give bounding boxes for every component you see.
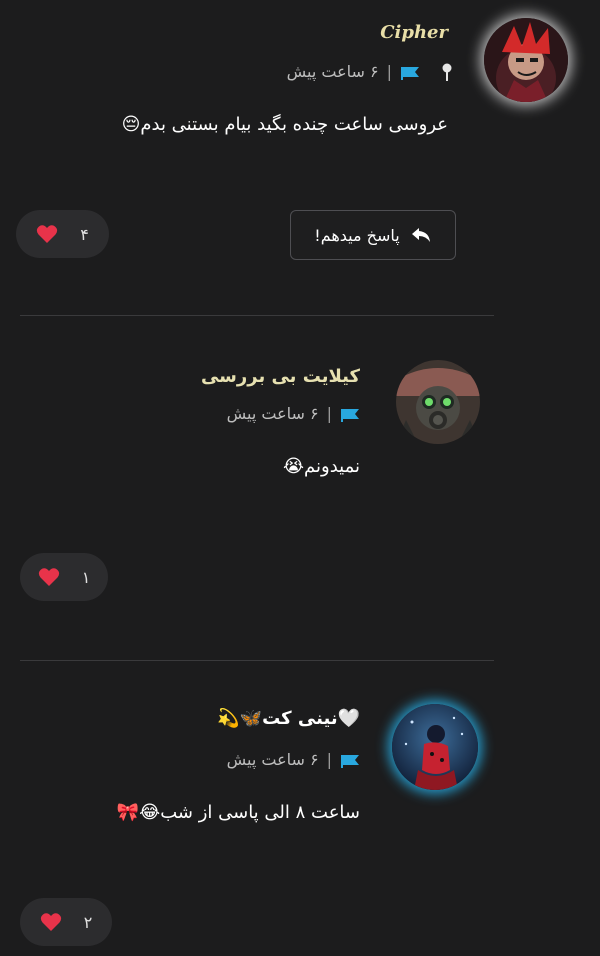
username[interactable]: 🤍نینی کت🦋💫	[217, 708, 360, 729]
meta-separator: |	[326, 750, 332, 769]
user-avatar[interactable]	[392, 704, 478, 790]
comment-meta: ۶ ساعت پیش |	[227, 750, 360, 769]
like-count: ۱	[81, 567, 91, 587]
time-label: ۶ ساعت پیش	[226, 750, 319, 769]
comment-meta: ۶ ساعت پیش |	[227, 404, 360, 423]
user-avatar[interactable]	[484, 18, 568, 102]
divider	[20, 315, 494, 316]
user-avatar[interactable]	[396, 360, 480, 444]
time-label: ۶ ساعت پیش	[226, 404, 319, 423]
heart-icon	[38, 567, 60, 587]
flag-icon	[340, 407, 360, 422]
heart-icon	[40, 912, 62, 932]
like-button[interactable]: ۴	[16, 210, 109, 258]
reply-button[interactable]: پاسخ میدهم!	[290, 210, 456, 260]
meta-separator: |	[386, 62, 392, 81]
reply-arrow-icon	[410, 226, 432, 244]
pin-icon	[440, 63, 454, 81]
like-button[interactable]: ۱	[20, 553, 108, 601]
like-count: ۲	[83, 912, 93, 932]
like-button[interactable]: ۲	[20, 898, 112, 946]
username[interactable]: کیلایت بی بررسی	[201, 366, 360, 387]
username[interactable]: Cipher	[380, 22, 448, 43]
comment-meta: ۶ ساعت پیش |	[287, 62, 454, 81]
comments-feed: Cipher ۶ ساعت پیش | عروسی ساعت چنده بگید…	[0, 0, 600, 956]
comment-text: نمیدونم😭	[282, 456, 360, 477]
flag-icon	[340, 753, 360, 768]
reply-button-label: پاسخ میدهم!	[314, 225, 400, 245]
meta-separator: |	[326, 404, 332, 423]
heart-icon	[36, 224, 58, 244]
divider	[20, 660, 494, 661]
flag-icon	[400, 65, 420, 80]
time-label: ۶ ساعت پیش	[286, 62, 379, 81]
comment-text: عروسی ساعت چنده بگید بیام بستنی بدم😔	[121, 114, 448, 135]
like-count: ۴	[80, 224, 89, 244]
comment-text: ساعت ۸ الی پاسی از شب😂🎀	[116, 802, 360, 823]
